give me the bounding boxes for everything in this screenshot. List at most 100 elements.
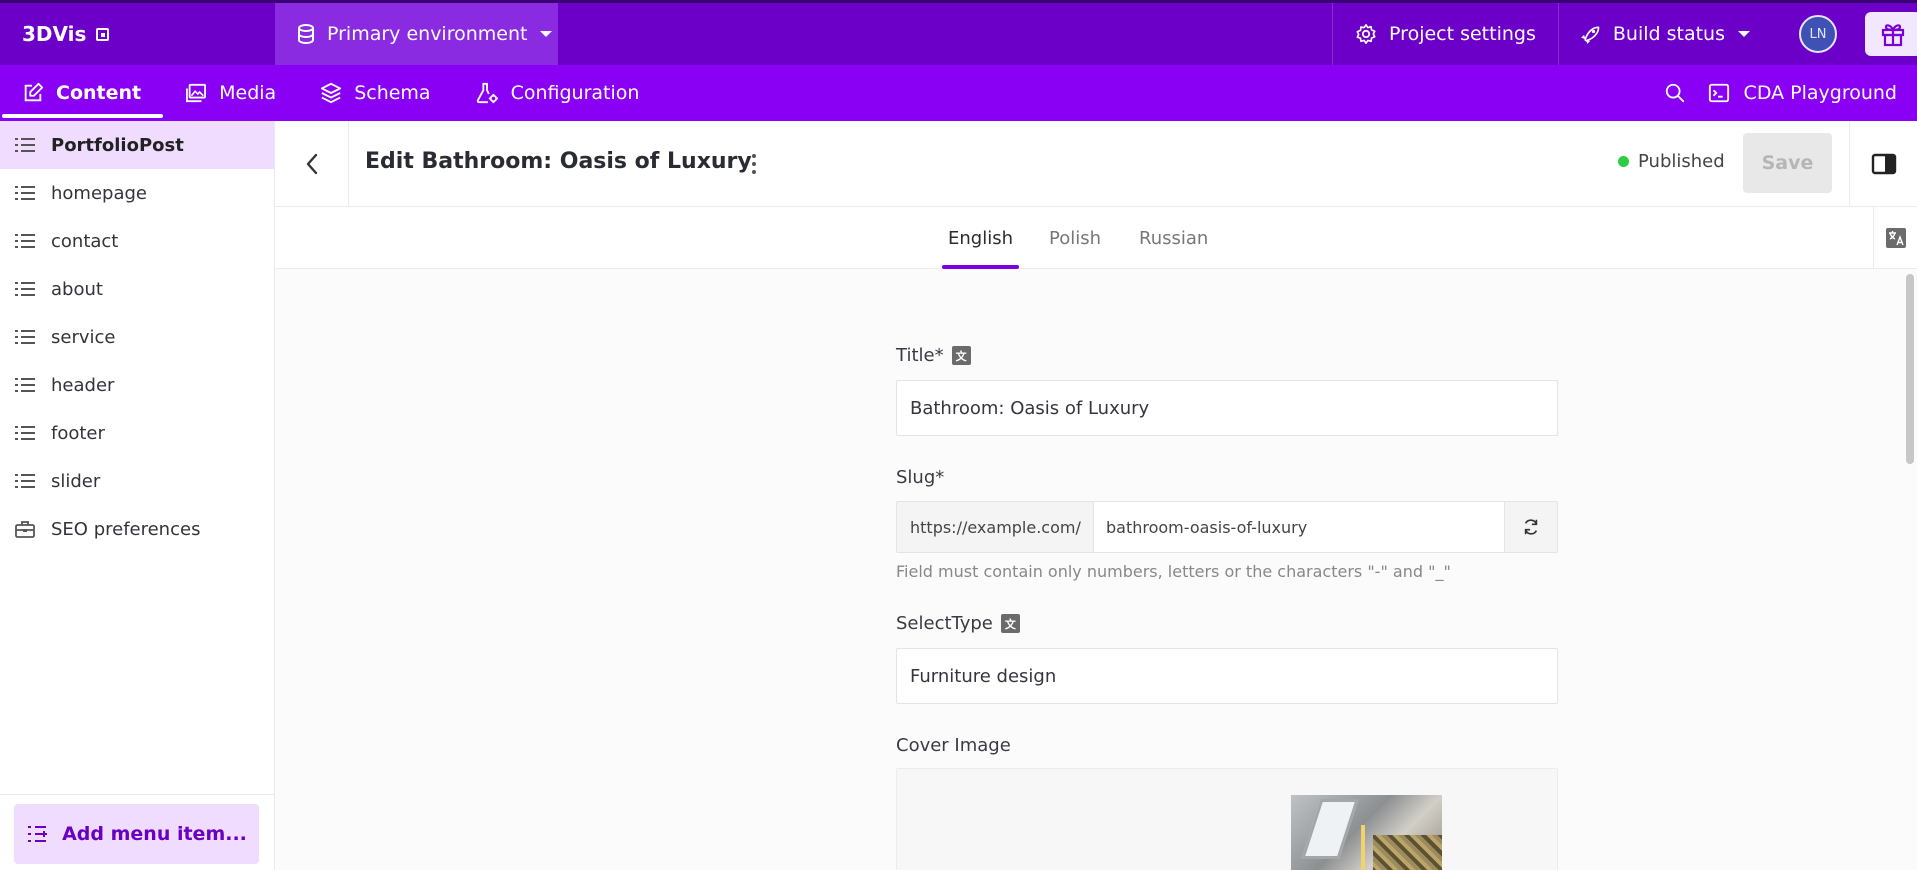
cda-playground-label: CDA Playground: [1743, 82, 1897, 104]
tab-russian[interactable]: Russian: [1139, 207, 1208, 269]
sidebar-item-label: contact: [51, 230, 119, 252]
publish-status: Published: [1618, 151, 1725, 172]
thumb-wall-shape: [1373, 835, 1442, 870]
selecttype-field-label: SelectType 文: [896, 613, 1020, 634]
environment-switcher[interactable]: Primary environment: [275, 3, 558, 65]
editor-header: Edit Bathroom: Oasis of Luxury Published…: [275, 121, 1917, 207]
tab-configuration[interactable]: Configuration: [453, 65, 662, 121]
chevron-left-icon: [306, 153, 317, 175]
content-sidebar: PortfolioPost homepage contact about ser…: [0, 121, 275, 870]
cover-image-field: [896, 768, 1558, 870]
toolbox-icon: [15, 520, 35, 538]
sidebar-item-service[interactable]: service: [0, 313, 274, 361]
slug-input[interactable]: bathroom-oasis-of-luxury: [1094, 502, 1504, 552]
gift-icon: [1881, 24, 1905, 47]
locale-tabs: English Polish Russian: [275, 207, 1917, 269]
selecttype-label-text: SelectType: [896, 613, 993, 634]
status-dot: [1618, 156, 1629, 167]
add-menu-item-label: Add menu item...: [62, 823, 247, 845]
side-panel-toggle[interactable]: [1849, 121, 1917, 207]
sidebar-panel-icon: [1871, 153, 1896, 175]
cover-image-label-text: Cover Image: [896, 735, 1011, 756]
title-input[interactable]: Bathroom: Oasis of Luxury: [896, 380, 1558, 436]
user-avatar[interactable]: LN: [1799, 15, 1837, 53]
dot: [752, 154, 756, 158]
list-icon: [15, 425, 35, 441]
list-icon: [15, 329, 35, 345]
cda-playground-button[interactable]: CDA Playground: [1708, 65, 1917, 121]
sidebar-item-portfoliopost[interactable]: PortfolioPost: [0, 121, 274, 169]
list-icon: [15, 473, 35, 489]
dot: [752, 170, 756, 174]
sidebar-item-contact[interactable]: contact: [0, 217, 274, 265]
sidebar-item-label: about: [51, 278, 103, 300]
tab-polish[interactable]: Polish: [1049, 207, 1101, 269]
editor-main: Edit Bathroom: Oasis of Luxury Published…: [275, 121, 1917, 870]
search-button[interactable]: [1642, 65, 1708, 121]
thumb-window-shape: [1301, 799, 1359, 859]
flask-gear-icon: [476, 82, 498, 104]
tab-media[interactable]: Media: [163, 65, 298, 121]
dot: [752, 162, 756, 166]
tab-schema[interactable]: Schema: [298, 65, 452, 121]
translate-icon: 文: [1000, 614, 1020, 633]
add-menu-item-button[interactable]: Add menu item...: [14, 804, 259, 864]
gear-icon: [1356, 24, 1376, 44]
refresh-icon: [1524, 519, 1538, 535]
cover-image-thumbnail[interactable]: [1291, 795, 1442, 870]
project-settings-button[interactable]: Project settings: [1332, 3, 1558, 65]
cover-image-field-label: Cover Image: [896, 735, 1011, 756]
gift-button[interactable]: [1865, 12, 1917, 56]
tab-configuration-label: Configuration: [510, 82, 640, 104]
rocket-icon: [1580, 26, 1600, 44]
sidebar-item-label: footer: [51, 422, 105, 444]
sidebar-item-header[interactable]: header: [0, 361, 274, 409]
translate-icon: [1885, 228, 1906, 248]
translate-button[interactable]: [1873, 207, 1917, 269]
slug-hint: Field must contain only numbers, letters…: [896, 562, 1451, 581]
search-icon: [1665, 83, 1684, 103]
list-add-icon: [28, 826, 48, 842]
scrollbar[interactable]: [1906, 274, 1914, 464]
tab-schema-label: Schema: [354, 82, 431, 104]
sidebar-item-homepage[interactable]: homepage: [0, 169, 274, 217]
top-bar: 3DVis Primary environment Project settin…: [0, 0, 1917, 65]
build-status-label: Build status: [1612, 23, 1725, 45]
tab-content[interactable]: Content: [0, 65, 164, 121]
environment-label: Primary environment: [327, 23, 528, 45]
page-title: Edit Bathroom: Oasis of Luxury: [365, 149, 752, 174]
sidebar-item-label: slider: [51, 470, 101, 492]
sidebar-item-label: SEO preferences: [51, 518, 201, 540]
layers-icon: [321, 82, 342, 104]
slug-field-label: Slug*: [896, 467, 944, 488]
sidebar-item-label: service: [51, 326, 116, 348]
title-label-text: Title*: [896, 345, 944, 366]
back-button[interactable]: [275, 121, 349, 207]
slug-label-text: Slug*: [896, 467, 945, 488]
tab-content-label: Content: [56, 82, 142, 104]
sidebar-item-label: header: [51, 374, 115, 396]
brand-name: 3DVis: [22, 22, 87, 46]
project-brand[interactable]: 3DVis: [0, 3, 275, 65]
build-status-button[interactable]: Build status: [1557, 3, 1773, 65]
sidebar-item-footer[interactable]: footer: [0, 409, 274, 457]
sidebar-item-about[interactable]: about: [0, 265, 274, 313]
tab-english[interactable]: English: [942, 207, 1019, 269]
save-button[interactable]: Save: [1743, 133, 1832, 193]
sidebar-item-seo-preferences[interactable]: SEO preferences: [0, 505, 274, 553]
list-icon: [15, 185, 35, 201]
project-settings-label: Project settings: [1389, 23, 1536, 45]
edit-icon: [24, 82, 44, 102]
tab-media-label: Media: [219, 82, 277, 104]
selecttype-input[interactable]: Furniture design: [896, 648, 1558, 704]
thumb-light-shape: [1361, 825, 1365, 870]
list-icon: [15, 281, 35, 297]
list-icon: [15, 233, 35, 249]
title-field-label: Title* 文: [896, 345, 971, 366]
translate-icon: 文: [951, 346, 971, 365]
sidebar-item-slider[interactable]: slider: [0, 457, 274, 505]
more-options-button[interactable]: [742, 151, 766, 177]
database-icon: [298, 24, 314, 44]
regenerate-slug-button[interactable]: [1504, 502, 1557, 552]
